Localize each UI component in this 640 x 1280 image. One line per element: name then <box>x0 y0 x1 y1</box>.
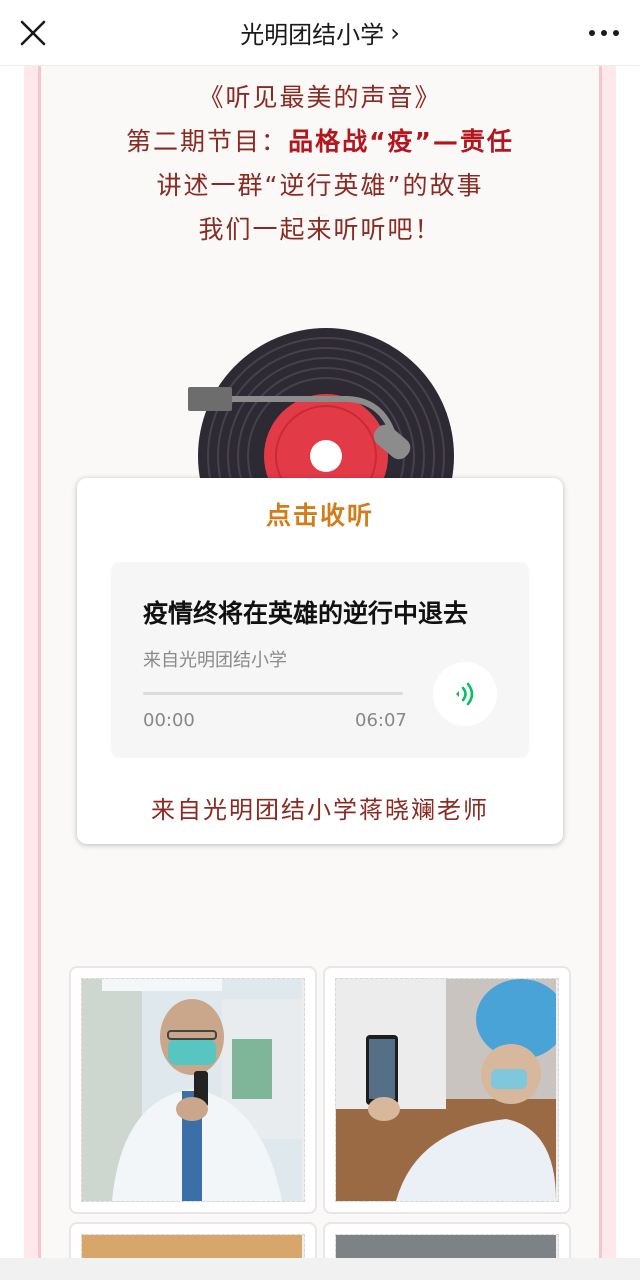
account-name-link[interactable]: 光明团结小学 › <box>240 15 400 50</box>
article-body: 《听见最美的声音》 第二期节目：品格战“疫”—责任 讲述一群“逆行英雄”的故事 … <box>0 66 640 1280</box>
intro-line-2-highlight: 品格战“疫”—责任 <box>288 127 514 156</box>
intro-text-block: 《听见最美的声音》 第二期节目：品格战“疫”—责任 讲述一群“逆行英雄”的故事 … <box>0 76 640 252</box>
intro-line-2: 第二期节目：品格战“疫”—责任 <box>0 120 640 164</box>
close-button[interactable] <box>14 14 52 52</box>
more-dots-icon <box>589 30 619 36</box>
intro-line-2-prefix: 第二期节目： <box>126 127 289 156</box>
nav-title-text: 光明团结小学 <box>240 21 385 49</box>
intro-line-1: 《听见最美的声音》 <box>198 83 442 112</box>
close-icon <box>20 20 46 46</box>
intro-line-4: 我们一起来听听吧！ <box>198 215 442 244</box>
audio-wave-icon <box>456 682 474 706</box>
listen-title: 点击收听 <box>265 501 374 530</box>
intro-line-3: 讲述一群“逆行英雄”的故事 <box>156 171 484 200</box>
audio-card: 点击收听 疫情终将在英雄的逆行中退去 来自光明团结小学 00:00 06:07 … <box>77 478 563 844</box>
chevron-right-icon: › <box>390 18 400 47</box>
teacher-credit: 来自光明团结小学蒋晓斓老师 <box>151 796 489 824</box>
audio-player[interactable]: 疫情终将在英雄的逆行中退去 来自光明团结小学 00:00 06:07 <box>111 562 529 758</box>
progress-bar[interactable] <box>143 692 403 695</box>
photo-doctor-walkie-talkie[interactable] <box>69 966 317 1214</box>
current-time: 00:00 <box>143 710 195 731</box>
more-button[interactable] <box>582 14 626 52</box>
track-title: 疫情终将在英雄的逆行中退去 <box>143 599 469 628</box>
bottom-safe-area <box>0 1258 640 1280</box>
play-button[interactable] <box>433 662 497 726</box>
total-time: 06:07 <box>355 710 407 731</box>
track-source: 来自光明团结小学 <box>143 650 287 671</box>
photo-nurse-video-call[interactable] <box>323 966 571 1214</box>
top-nav-bar: 光明团结小学 › <box>0 0 640 66</box>
